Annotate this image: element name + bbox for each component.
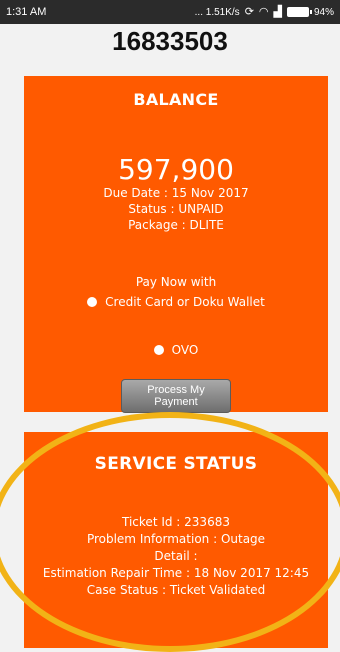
balance-amount: 597,900 — [118, 153, 234, 186]
wifi-icon: ◠ — [258, 5, 269, 18]
service-status-card: SERVICE STATUS Ticket Id : 233683 Proble… — [24, 432, 328, 648]
credit-card-label: Credit Card or Doku Wallet — [105, 295, 265, 309]
account-number: 16833503 — [112, 26, 228, 56]
credit-card-radio[interactable] — [87, 297, 98, 307]
status-time: 1:31 AM — [6, 6, 47, 18]
estimation-repair-time: Estimation Repair Time : 18 Nov 2017 12:… — [42, 566, 310, 580]
payment-status: Status : UNPAID — [128, 202, 224, 216]
detail-label: Detail : — [154, 549, 198, 563]
battery-level: 94% — [313, 6, 334, 18]
signal-icon: ▟ — [273, 5, 282, 18]
process-payment-button[interactable]: Process My Payment — [121, 379, 231, 413]
problem-information: Problem Information : Outage — [86, 532, 266, 546]
status-bar: 1:31 AM ... 1.51K/s ⟳ ◠ ▟ 94% — [0, 0, 340, 24]
service-status-title: SERVICE STATUS — [94, 454, 258, 474]
battery-icon — [286, 7, 312, 17]
pay-now-label: Pay Now with — [135, 275, 217, 289]
option-ovo[interactable]: OVO — [24, 343, 328, 357]
balance-card: BALANCE 597,900 Due Date : 15 Nov 2017 S… — [24, 76, 328, 413]
status-icons: ... 1.51K/s ⟳ ◠ ▟ 94% — [194, 5, 334, 18]
due-date: Due Date : 15 Nov 2017 — [103, 186, 249, 200]
network-speed: ... 1.51K/s — [194, 6, 240, 18]
package-name: Package : DLITE — [128, 218, 224, 232]
ovo-label: OVO — [171, 343, 199, 357]
case-status: Case Status : Ticket Validated — [86, 583, 266, 597]
sync-icon: ⟳ — [244, 5, 254, 18]
ticket-id: Ticket Id : 233683 — [122, 515, 230, 529]
service-details: Ticket Id : 233683 Problem Information :… — [24, 514, 328, 599]
option-credit-card[interactable]: Credit Card or Doku Wallet — [24, 295, 328, 309]
ovo-radio[interactable] — [153, 345, 164, 355]
balance-title: BALANCE — [133, 90, 219, 109]
